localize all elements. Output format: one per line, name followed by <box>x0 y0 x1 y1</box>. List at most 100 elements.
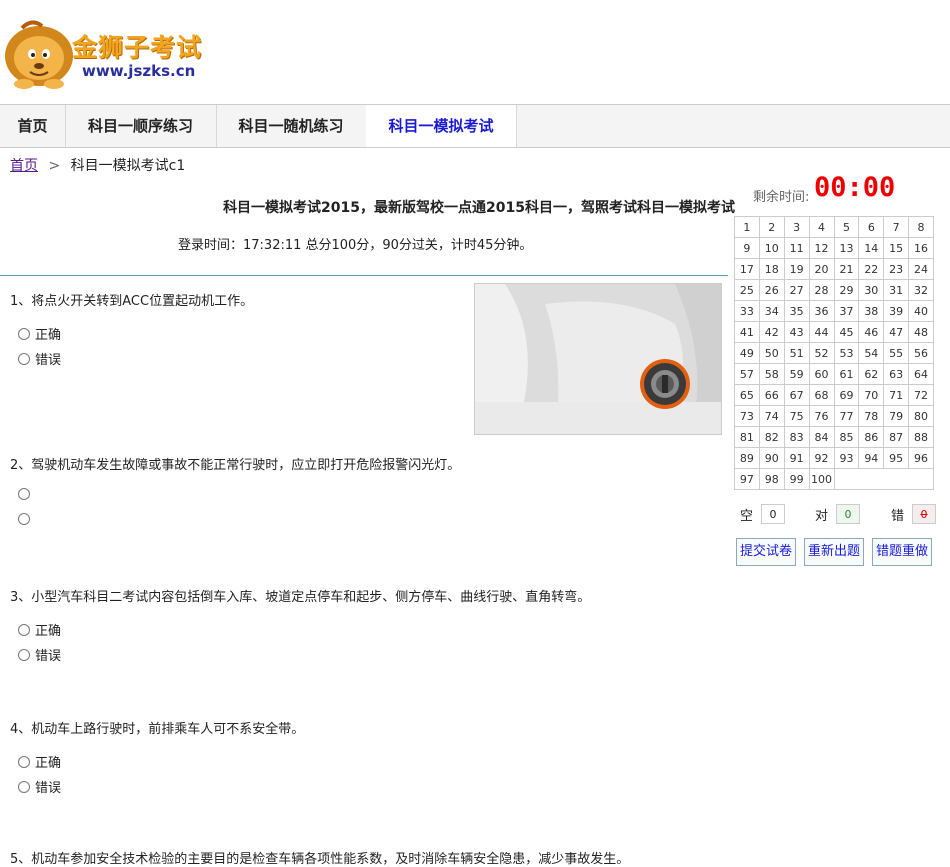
logo-title[interactable]: 金狮子考试 <box>72 28 202 64</box>
question-number-cell[interactable]: 78 <box>858 405 885 427</box>
question-number-cell[interactable]: 100 <box>808 468 835 490</box>
question-number-cell[interactable]: 84 <box>808 426 835 448</box>
question-number-cell[interactable]: 65 <box>734 384 760 406</box>
question-number-cell[interactable]: 11 <box>783 237 810 259</box>
question-number-cell[interactable]: 31 <box>883 279 910 301</box>
question-4-option-a[interactable]: 正确 <box>18 752 61 771</box>
question-number-cell[interactable]: 64 <box>908 363 934 385</box>
question-3-option-b[interactable]: 错误 <box>18 645 61 664</box>
question-number-cell[interactable]: 71 <box>883 384 910 406</box>
question-number-cell[interactable]: 90 <box>758 447 785 469</box>
question-number-cell[interactable]: 67 <box>783 384 810 406</box>
question-number-cell[interactable]: 86 <box>858 426 885 448</box>
question-number-cell[interactable]: 13 <box>833 237 860 259</box>
question-number-cell[interactable]: 22 <box>858 258 885 280</box>
question-number-cell[interactable]: 5 <box>833 216 860 238</box>
radio-button[interactable] <box>18 352 30 365</box>
question-number-cell[interactable]: 58 <box>758 363 785 385</box>
question-number-cell[interactable]: 32 <box>908 279 934 301</box>
question-number-cell[interactable]: 59 <box>783 363 810 385</box>
question-number-cell[interactable]: 12 <box>808 237 835 259</box>
logo-url[interactable]: www.jszks.cn <box>82 62 195 80</box>
question-1-option-a[interactable]: 正确 <box>18 324 61 343</box>
radio-button[interactable] <box>18 780 30 793</box>
question-2-option-b[interactable] <box>18 513 35 525</box>
question-number-cell[interactable]: 61 <box>833 363 860 385</box>
question-1-option-b[interactable]: 错误 <box>18 349 61 368</box>
question-number-cell[interactable]: 52 <box>808 342 835 364</box>
question-number-cell[interactable]: 56 <box>908 342 934 364</box>
question-number-cell[interactable]: 45 <box>833 321 860 343</box>
question-number-cell[interactable]: 50 <box>758 342 785 364</box>
question-number-cell[interactable]: 28 <box>808 279 835 301</box>
question-number-cell[interactable]: 40 <box>908 300 934 322</box>
question-number-cell[interactable]: 81 <box>734 426 760 448</box>
question-number-cell[interactable]: 76 <box>808 405 835 427</box>
question-number-cell[interactable]: 35 <box>783 300 810 322</box>
question-number-cell[interactable]: 17 <box>734 258 760 280</box>
nav-random-practice[interactable]: 科目一随机练习 <box>216 105 367 147</box>
question-number-cell[interactable]: 72 <box>908 384 934 406</box>
question-number-cell[interactable]: 8 <box>908 216 934 238</box>
question-number-cell[interactable]: 38 <box>858 300 885 322</box>
question-number-cell[interactable]: 94 <box>858 447 885 469</box>
question-number-cell[interactable]: 96 <box>908 447 934 469</box>
question-number-cell[interactable]: 43 <box>783 321 810 343</box>
question-number-cell[interactable]: 46 <box>858 321 885 343</box>
nav-sequential-practice[interactable]: 科目一顺序练习 <box>65 105 217 147</box>
question-number-cell[interactable]: 68 <box>808 384 835 406</box>
radio-button[interactable] <box>18 488 30 500</box>
question-number-cell[interactable]: 82 <box>758 426 785 448</box>
question-number-cell[interactable]: 18 <box>758 258 785 280</box>
question-number-cell[interactable]: 44 <box>808 321 835 343</box>
question-number-cell[interactable]: 92 <box>808 447 835 469</box>
question-number-cell[interactable]: 79 <box>883 405 910 427</box>
question-number-cell[interactable]: 88 <box>908 426 934 448</box>
question-number-cell[interactable]: 23 <box>883 258 910 280</box>
question-number-cell[interactable]: 77 <box>833 405 860 427</box>
question-number-cell[interactable]: 66 <box>758 384 785 406</box>
question-number-cell[interactable]: 70 <box>858 384 885 406</box>
question-number-cell[interactable]: 69 <box>833 384 860 406</box>
question-number-cell[interactable]: 62 <box>858 363 885 385</box>
question-number-cell[interactable]: 54 <box>858 342 885 364</box>
radio-button[interactable] <box>18 755 30 768</box>
question-number-cell[interactable]: 49 <box>734 342 760 364</box>
question-3-option-a[interactable]: 正确 <box>18 620 61 639</box>
question-number-cell[interactable]: 16 <box>908 237 934 259</box>
question-number-cell[interactable]: 91 <box>783 447 810 469</box>
question-number-cell[interactable]: 7 <box>883 216 910 238</box>
question-number-cell[interactable]: 47 <box>883 321 910 343</box>
question-number-cell[interactable]: 51 <box>783 342 810 364</box>
question-number-cell[interactable]: 34 <box>758 300 785 322</box>
submit-exam-button[interactable]: 提交试卷 <box>736 538 796 566</box>
radio-button[interactable] <box>18 513 30 525</box>
question-number-cell[interactable]: 37 <box>833 300 860 322</box>
question-number-cell[interactable]: 1 <box>734 216 760 238</box>
question-number-cell[interactable]: 57 <box>734 363 760 385</box>
radio-button[interactable] <box>18 648 30 661</box>
question-number-cell[interactable]: 4 <box>808 216 835 238</box>
question-number-cell[interactable]: 19 <box>783 258 810 280</box>
question-number-cell[interactable]: 2 <box>758 216 785 238</box>
question-number-cell[interactable]: 29 <box>833 279 860 301</box>
question-number-cell[interactable]: 93 <box>833 447 860 469</box>
question-number-cell[interactable]: 98 <box>758 468 785 490</box>
question-2-option-a[interactable] <box>18 488 35 500</box>
question-number-cell[interactable]: 53 <box>833 342 860 364</box>
radio-button[interactable] <box>18 623 30 636</box>
nav-home[interactable]: 首页 <box>0 105 66 147</box>
question-number-cell[interactable]: 21 <box>833 258 860 280</box>
question-4-option-b[interactable]: 错误 <box>18 777 61 796</box>
nav-mock-exam[interactable]: 科目一模拟考试 <box>366 105 517 147</box>
question-number-cell[interactable]: 15 <box>883 237 910 259</box>
question-number-cell[interactable]: 83 <box>783 426 810 448</box>
question-number-cell[interactable]: 48 <box>908 321 934 343</box>
question-number-cell[interactable]: 63 <box>883 363 910 385</box>
question-number-cell[interactable]: 89 <box>734 447 760 469</box>
lion-logo-icon[interactable] <box>2 14 76 90</box>
question-number-cell[interactable]: 6 <box>858 216 885 238</box>
question-number-cell[interactable]: 20 <box>808 258 835 280</box>
question-number-cell[interactable]: 99 <box>783 468 810 490</box>
question-number-cell[interactable]: 26 <box>758 279 785 301</box>
